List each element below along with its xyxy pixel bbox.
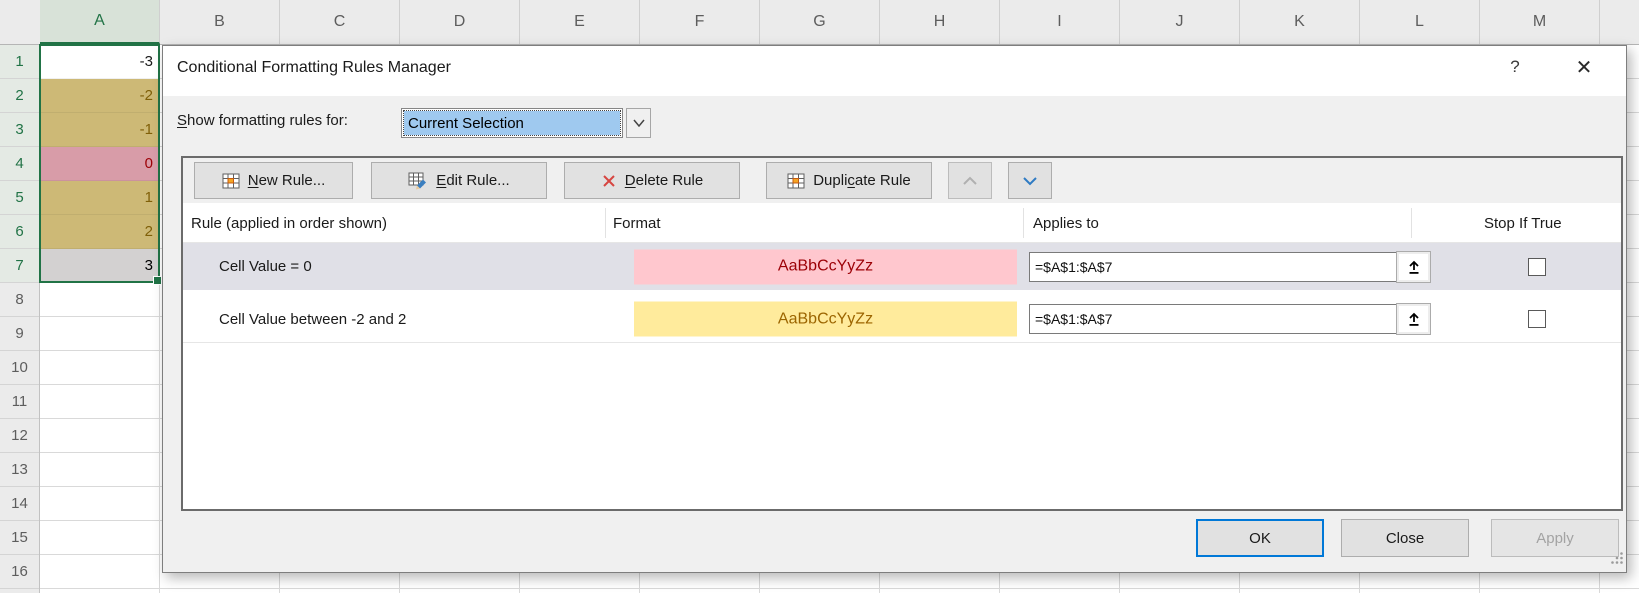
chevron-down-icon: [1022, 176, 1038, 186]
row-header-10[interactable]: 10: [0, 351, 39, 385]
column-header-J[interactable]: J: [1120, 0, 1240, 44]
row-header-7[interactable]: 7: [0, 249, 39, 283]
format-preview: AaBbCcYyZz: [634, 249, 1017, 284]
column-header-L[interactable]: L: [1360, 0, 1480, 44]
column-header-C[interactable]: C: [280, 0, 400, 44]
row-header-14[interactable]: 14: [0, 487, 39, 521]
column-header-G[interactable]: G: [760, 0, 880, 44]
chevron-up-icon: [962, 176, 978, 186]
cell-A6[interactable]: 2: [40, 215, 160, 249]
row-header-2[interactable]: 2: [0, 79, 39, 113]
duplicate-rule-button[interactable]: Duplicate Rule: [766, 162, 932, 199]
row-header-8[interactable]: 8: [0, 283, 39, 317]
red-x-icon: [601, 173, 617, 189]
column-header-F[interactable]: F: [640, 0, 760, 44]
close-button[interactable]: Close: [1341, 519, 1469, 557]
row-header-4[interactable]: 4: [0, 147, 39, 181]
column-header-D[interactable]: D: [400, 0, 520, 44]
header-divider: [1411, 208, 1412, 238]
row-header-12[interactable]: 12: [0, 419, 39, 453]
table-pencil-icon: [408, 171, 428, 190]
format-preview: AaBbCcYyZz: [634, 302, 1017, 337]
column-headers: ABCDEFGHIJKLM: [0, 0, 1639, 45]
resize-grip[interactable]: [1610, 551, 1624, 570]
stop-if-true-checkbox[interactable]: [1528, 258, 1546, 276]
cf-rules-manager-dialog: Conditional Formatting Rules Manager ? ✕…: [162, 45, 1627, 573]
apply-button[interactable]: Apply: [1491, 519, 1619, 557]
rule-row-1[interactable]: Cell Value = 0 AaBbCcYyZz: [183, 243, 1621, 290]
resize-grip-icon: [1610, 551, 1624, 565]
dialog-title: Conditional Formatting Rules Manager: [177, 59, 451, 77]
row-header-3[interactable]: 3: [0, 113, 39, 147]
table-grid-icon: [222, 172, 240, 190]
row-header-13[interactable]: 13: [0, 453, 39, 487]
collapse-dialog-button[interactable]: [1396, 251, 1431, 283]
rules-toolbar: New Rule... Edit Rule... Delete Rule Dup…: [183, 158, 1621, 203]
duplicate-rule-label: Duplicate Rule: [813, 172, 911, 189]
row-header-15[interactable]: 15: [0, 521, 39, 555]
column-header-I[interactable]: I: [1000, 0, 1120, 44]
header-divider: [1023, 208, 1024, 238]
rule-row-2[interactable]: Cell Value between -2 and 2 AaBbCcYyZz: [183, 298, 1621, 340]
header-applies-to: Applies to: [1033, 203, 1099, 243]
dialog-footer: OK Close Apply: [163, 511, 1626, 572]
excel-window: ABCDEFGHIJKLM 12345678910111213141516 -3…: [0, 0, 1639, 593]
header-rule: Rule (applied in order shown): [191, 203, 387, 243]
cell-A4[interactable]: 0: [40, 147, 160, 181]
column-header-K[interactable]: K: [1240, 0, 1360, 44]
cell-A1[interactable]: -3: [40, 45, 160, 79]
ok-button[interactable]: OK: [1196, 519, 1324, 557]
row-header-16[interactable]: 16: [0, 555, 39, 589]
cell-A3[interactable]: -1: [40, 113, 160, 147]
dialog-titlebar: Conditional Formatting Rules Manager ? ✕: [163, 46, 1626, 96]
new-rule-button[interactable]: New Rule...: [194, 162, 353, 199]
row-header-1[interactable]: 1: [0, 45, 39, 79]
cell-A2[interactable]: -2: [40, 79, 160, 113]
rule-description: Cell Value = 0: [219, 243, 312, 290]
edit-rule-label: Edit Rule...: [436, 172, 509, 189]
rule-description: Cell Value between -2 and 2: [219, 298, 406, 340]
table-grid-icon: [787, 172, 805, 190]
cell-A5[interactable]: 1: [40, 181, 160, 215]
combobox-value: Current Selection: [404, 111, 620, 135]
applies-to-input[interactable]: [1029, 304, 1397, 334]
applies-to-input[interactable]: [1029, 252, 1397, 282]
row-header-11[interactable]: 11: [0, 385, 39, 419]
edit-rule-button[interactable]: Edit Rule...: [371, 162, 547, 199]
delete-rule-label: Delete Rule: [625, 172, 703, 189]
rules-panel: New Rule... Edit Rule... Delete Rule Dup…: [181, 156, 1623, 511]
range-select-icon: [1406, 259, 1422, 275]
column-header-A[interactable]: A: [40, 0, 160, 44]
row-headers: 12345678910111213141516: [0, 45, 40, 593]
row-header-9[interactable]: 9: [0, 317, 39, 351]
stop-if-true-checkbox[interactable]: [1528, 310, 1546, 328]
column-header-E[interactable]: E: [520, 0, 640, 44]
row-divider: [183, 342, 1621, 343]
header-format: Format: [613, 203, 661, 243]
collapse-dialog-button[interactable]: [1396, 303, 1431, 335]
show-rules-label: Show formatting rules for:: [177, 112, 348, 129]
help-icon[interactable]: ?: [1503, 57, 1527, 77]
column-header-M[interactable]: M: [1480, 0, 1600, 44]
row-header-6[interactable]: 6: [0, 215, 39, 249]
close-icon[interactable]: ✕: [1571, 55, 1597, 80]
cell-A7[interactable]: 3: [40, 249, 160, 283]
column-header-B[interactable]: B: [160, 0, 280, 44]
chevron-down-icon: [633, 119, 645, 127]
header-stop-if-true: Stop If True: [1484, 203, 1562, 243]
move-rule-down-button[interactable]: [1008, 162, 1052, 199]
header-divider: [605, 208, 606, 238]
new-rule-label: New Rule...: [248, 172, 326, 189]
combobox-dropdown-button[interactable]: [626, 108, 651, 138]
delete-rule-button[interactable]: Delete Rule: [564, 162, 740, 199]
column-header-H[interactable]: H: [880, 0, 1000, 44]
move-rule-up-button[interactable]: [948, 162, 992, 199]
show-rules-combobox[interactable]: Current Selection: [401, 108, 623, 138]
row-header-5[interactable]: 5: [0, 181, 39, 215]
range-select-icon: [1406, 311, 1422, 327]
